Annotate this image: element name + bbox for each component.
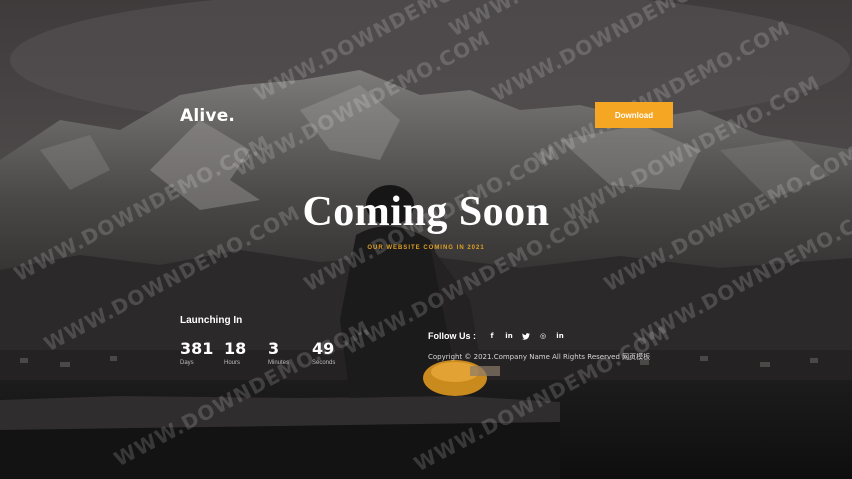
twitter-icon[interactable] bbox=[519, 330, 533, 342]
instagram-icon[interactable]: ◎ bbox=[536, 330, 550, 342]
countdown-label: Minutes bbox=[268, 360, 290, 366]
countdown-value: 381 bbox=[180, 339, 214, 358]
download-button[interactable]: Download bbox=[595, 102, 673, 128]
countdown-value: 49 bbox=[312, 339, 335, 358]
linkedin-icon[interactable]: in bbox=[502, 330, 516, 342]
launch-tagline: OUR WEBSITE COMING IN 2021 bbox=[367, 245, 485, 251]
twitter-bird-glyph bbox=[522, 332, 530, 340]
countdown-label: Days bbox=[180, 360, 194, 366]
follow-label: Follow Us : bbox=[428, 331, 476, 341]
brand-logo[interactable]: Alive. bbox=[180, 106, 235, 126]
social-links: Follow Us : f in ◎ in bbox=[428, 330, 567, 342]
background-image bbox=[0, 0, 852, 479]
countdown-days: 381 Days bbox=[180, 339, 224, 366]
coming-soon-page: WWW.DOWNDEMO.COM WWW.DOWNDEMO.COM WWW.DO… bbox=[0, 0, 852, 479]
page-title: Coming Soon bbox=[302, 189, 550, 235]
copyright-text: Copyright © 2021.Company Name All Rights… bbox=[428, 353, 651, 361]
countdown-seconds: 49 Seconds bbox=[312, 339, 356, 366]
countdown-timer: 381 Days 18 Hours 3 Minutes 49 Seconds bbox=[180, 339, 356, 366]
countdown-minutes: 3 Minutes bbox=[268, 339, 312, 366]
facebook-icon[interactable]: f bbox=[485, 330, 499, 342]
countdown-label: Hours bbox=[224, 360, 241, 366]
countdown-label: Seconds bbox=[312, 360, 336, 366]
countdown-hours: 18 Hours bbox=[224, 339, 268, 366]
countdown-value: 18 bbox=[224, 339, 247, 358]
countdown-title: Launching In bbox=[180, 315, 243, 326]
linkedin-icon[interactable]: in bbox=[553, 330, 567, 342]
countdown-value: 3 bbox=[268, 339, 280, 358]
